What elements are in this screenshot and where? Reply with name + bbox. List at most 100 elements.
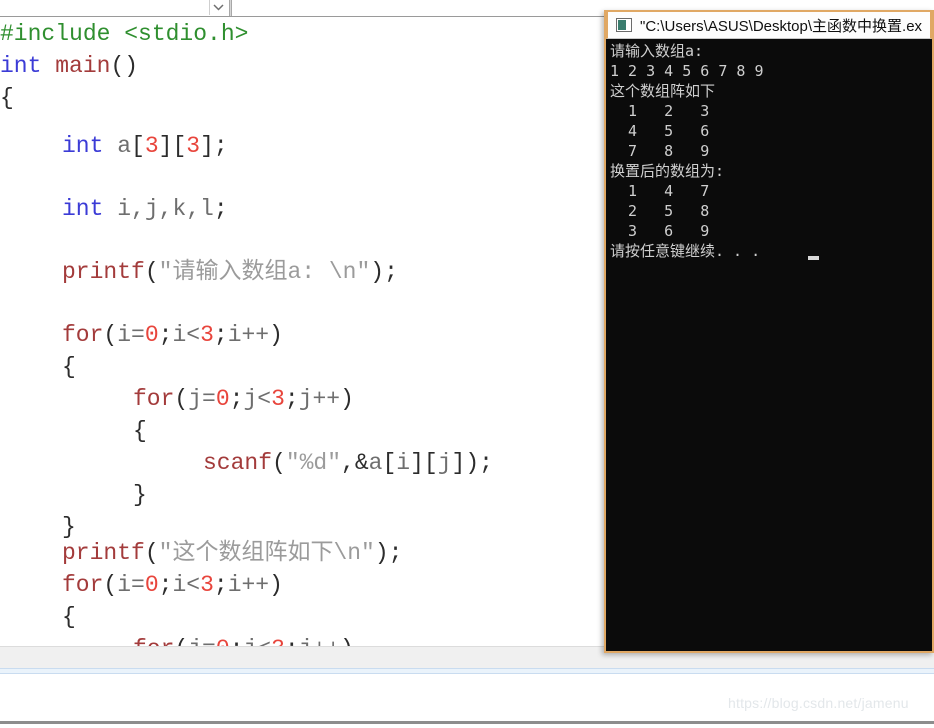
console-output-line: 7 8 9 xyxy=(610,142,710,160)
code-token: [ xyxy=(382,450,397,476)
code-line: for(i=0;i<3;i++) xyxy=(62,569,283,601)
code-token: ) xyxy=(340,636,354,646)
code-token: ) xyxy=(269,572,283,598)
code-token: ( xyxy=(174,636,188,646)
code-token: 3 xyxy=(200,572,214,598)
code-token: int xyxy=(62,196,104,222)
code-token: ; xyxy=(158,322,173,348)
code-token: j xyxy=(437,450,452,476)
code-token: "这个数组阵如下\n" xyxy=(158,540,375,566)
code-token: ; xyxy=(229,386,244,412)
console-window[interactable]: "C:\Users\ASUS\Desktop\主函数中换置.ex 请输入数组a:… xyxy=(604,10,934,653)
code-token: ( xyxy=(272,450,286,476)
code-token: () xyxy=(110,53,139,79)
code-editor-pane[interactable]: #include <stdio.h> int main(){int a[3][3]… xyxy=(0,18,600,646)
console-output-line: 2 5 8 xyxy=(610,202,710,220)
code-token: j++ xyxy=(298,386,341,412)
code-line: printf("请输入数组a: \n"); xyxy=(62,256,398,288)
ide-window: #include <stdio.h> int main(){int a[3][3]… xyxy=(0,0,934,728)
code-token: i= xyxy=(117,322,145,348)
code-line: { xyxy=(0,82,14,114)
code-token: j++ xyxy=(299,636,340,646)
code-line: scanf("%d",&a[i][j]); xyxy=(203,447,493,479)
code-token: ][ xyxy=(410,450,438,476)
code-token: { xyxy=(0,85,14,111)
console-output-line: 换置后的数组为: xyxy=(610,162,725,180)
code-token: #include <stdio.h> xyxy=(0,21,249,47)
scope-combobox[interactable] xyxy=(0,0,228,16)
code-token: "%d" xyxy=(285,450,342,476)
code-token: i xyxy=(396,450,411,476)
code-token: { xyxy=(133,418,147,444)
code-line: int a[3][3]; xyxy=(62,130,228,162)
code-token: } xyxy=(133,482,147,508)
code-token: ( xyxy=(144,259,159,285)
code-token: j< xyxy=(243,636,271,646)
code-token: i= xyxy=(117,572,145,598)
code-token: ]; xyxy=(200,133,228,159)
code-token: for xyxy=(62,322,104,348)
console-title-label: "C:\Users\ASUS\Desktop\主函数中换置.ex xyxy=(640,17,923,35)
code-token: 0 xyxy=(215,386,230,412)
code-token: a xyxy=(117,133,132,159)
code-token: "请输入数组a: \n" xyxy=(158,259,371,285)
code-token: 3 xyxy=(271,636,285,646)
code-line: { xyxy=(133,415,147,447)
code-token: 0 xyxy=(216,636,230,646)
code-token: for xyxy=(133,636,174,646)
code-token: ; xyxy=(213,322,228,348)
console-output-line: 3 6 9 xyxy=(610,222,710,240)
code-token: ( xyxy=(103,572,118,598)
code-token: ; xyxy=(213,572,228,598)
code-token: 3 xyxy=(200,322,214,348)
console-output-area[interactable]: 请输入数组a: 1 2 3 4 5 6 7 8 9 这个数组阵如下 1 2 3 4 … xyxy=(608,39,930,649)
toolbar-divider xyxy=(229,0,232,16)
code-token: ) xyxy=(340,386,354,412)
code-token: ; xyxy=(285,636,299,646)
console-titlebar[interactable]: "C:\Users\ASUS\Desktop\主函数中换置.ex xyxy=(606,10,932,39)
code-token: ( xyxy=(174,386,189,412)
code-line: for(i=0;i<3;i++) xyxy=(62,319,283,351)
code-token: ; xyxy=(284,386,299,412)
console-output-line: 1 4 7 xyxy=(610,182,710,200)
code-token: 3 xyxy=(186,133,201,159)
code-line: { xyxy=(62,351,76,383)
code-token: 3 xyxy=(271,386,285,412)
code-token: int xyxy=(0,53,42,79)
console-output-line: 1 2 3 4 5 6 7 8 9 xyxy=(610,62,764,80)
code-token: 3 xyxy=(144,133,159,159)
console-output-line: 1 2 3 xyxy=(610,102,710,120)
code-token: ); xyxy=(374,540,403,566)
code-token: for xyxy=(133,386,175,412)
console-app-icon xyxy=(616,18,632,32)
code-line: for(j=0;j<3;j++) xyxy=(133,383,354,415)
code-token: j< xyxy=(243,386,272,412)
code-token: scanf xyxy=(203,450,273,476)
code-token: ][ xyxy=(158,133,187,159)
code-line: #include <stdio.h> xyxy=(0,18,248,50)
code-token: i++ xyxy=(227,572,270,598)
code-token: { xyxy=(62,354,76,380)
console-caret xyxy=(808,256,819,260)
code-token: 0 xyxy=(144,322,159,348)
code-token: ,& xyxy=(341,450,369,476)
watermark-text: https://blog.csdn.net/jamenu xyxy=(728,695,909,711)
console-output-line: 4 5 6 xyxy=(610,122,710,140)
code-token: i,j,k,l xyxy=(117,196,214,222)
code-token: ( xyxy=(103,322,118,348)
code-token: ; xyxy=(230,636,244,646)
code-token: int xyxy=(62,133,104,159)
code-token: 0 xyxy=(144,572,159,598)
code-token: i< xyxy=(172,322,201,348)
code-token: j= xyxy=(188,636,216,646)
code-token: ); xyxy=(370,259,398,285)
code-token: ; xyxy=(158,572,173,598)
chevron-down-icon[interactable] xyxy=(209,0,227,15)
console-output-line: 请输入数组a: xyxy=(610,42,704,60)
code-token: a xyxy=(368,450,383,476)
code-token: i< xyxy=(172,572,201,598)
code-token: ]); xyxy=(451,450,493,476)
